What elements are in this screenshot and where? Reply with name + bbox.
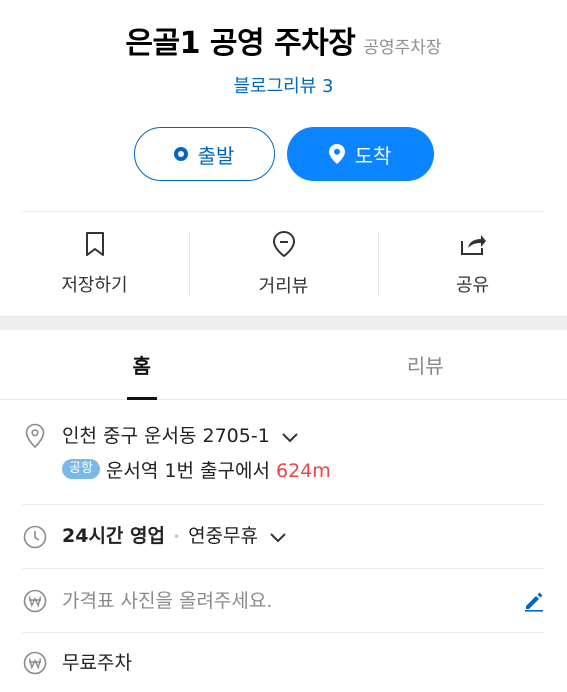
won-icon xyxy=(22,651,48,675)
action-bar: 저장하기 거리뷰 공유 xyxy=(0,212,567,316)
map-pin-icon xyxy=(22,419,48,449)
place-title: 은골1 공영 주차장 xyxy=(125,26,356,61)
title-line: 은골1 공영 주차장 공영주차장 xyxy=(0,18,567,62)
save-label: 저장하기 xyxy=(61,275,128,296)
place-header: 은골1 공영 주차장 공영주차장 블로그리뷰 3 xyxy=(0,0,567,103)
start-button[interactable]: 출발 xyxy=(133,127,275,181)
arrival-button[interactable]: 도착 xyxy=(286,127,434,181)
tab-review[interactable]: 리뷰 xyxy=(284,330,567,399)
chevron-down-icon xyxy=(282,420,298,454)
transit-exit: 1번 출구에서 xyxy=(164,459,270,482)
route-buttons: 출발 도착 xyxy=(0,127,567,181)
price-photo-prompt: 가격표 사진을 올려주세요. xyxy=(62,589,273,612)
parking-fee: 무료주차 xyxy=(62,652,132,674)
holiday-info: 연중무휴 xyxy=(188,525,258,548)
parking-row: 무료주차 xyxy=(22,633,545,692)
pencil-icon[interactable] xyxy=(523,590,545,612)
arrival-button-label: 도착 xyxy=(354,143,392,168)
transit-station: 운서역 xyxy=(105,459,159,482)
hours-row[interactable]: 24시간 영업 • 연중무휴 xyxy=(22,505,545,569)
bookmark-icon xyxy=(84,231,106,261)
transit-distance: 624m xyxy=(276,459,331,482)
street-view-label: 거리뷰 xyxy=(258,276,309,297)
share-icon xyxy=(459,231,487,261)
share-label: 공유 xyxy=(455,275,490,296)
transit-line: 공항 운서역 1번 출구에서 624m xyxy=(62,454,331,488)
won-icon xyxy=(22,589,48,613)
location-pin-icon xyxy=(328,144,345,164)
tab-bar: 홈 리뷰 xyxy=(0,330,567,400)
price-row[interactable]: 가격표 사진을 올려주세요. xyxy=(22,569,545,633)
chevron-down-icon xyxy=(270,520,286,554)
separator-dot: • xyxy=(172,529,181,544)
address-row: 인천 중구 운서동 2705-1 공항 운서역 1번 출구에서 624m xyxy=(22,400,545,505)
section-separator xyxy=(0,316,567,330)
address-text: 인천 중구 운서동 2705-1 xyxy=(62,425,270,447)
street-view-pin-icon xyxy=(272,230,296,262)
street-view-button[interactable]: 거리뷰 xyxy=(189,230,378,297)
tab-home[interactable]: 홈 xyxy=(0,330,284,400)
clock-icon xyxy=(22,525,48,549)
share-button[interactable]: 공유 xyxy=(378,232,567,296)
hours-status: 24시간 영업 xyxy=(62,525,165,548)
place-category: 공영주차장 xyxy=(363,38,442,58)
start-ring-icon xyxy=(173,147,188,161)
blog-review-link[interactable]: 블로그리뷰 3 xyxy=(234,72,334,98)
address-line[interactable]: 인천 중구 운서동 2705-1 xyxy=(62,419,331,454)
save-button[interactable]: 저장하기 xyxy=(0,232,189,296)
airport-badge: 공항 xyxy=(62,459,100,479)
start-button-label: 출발 xyxy=(197,143,235,168)
